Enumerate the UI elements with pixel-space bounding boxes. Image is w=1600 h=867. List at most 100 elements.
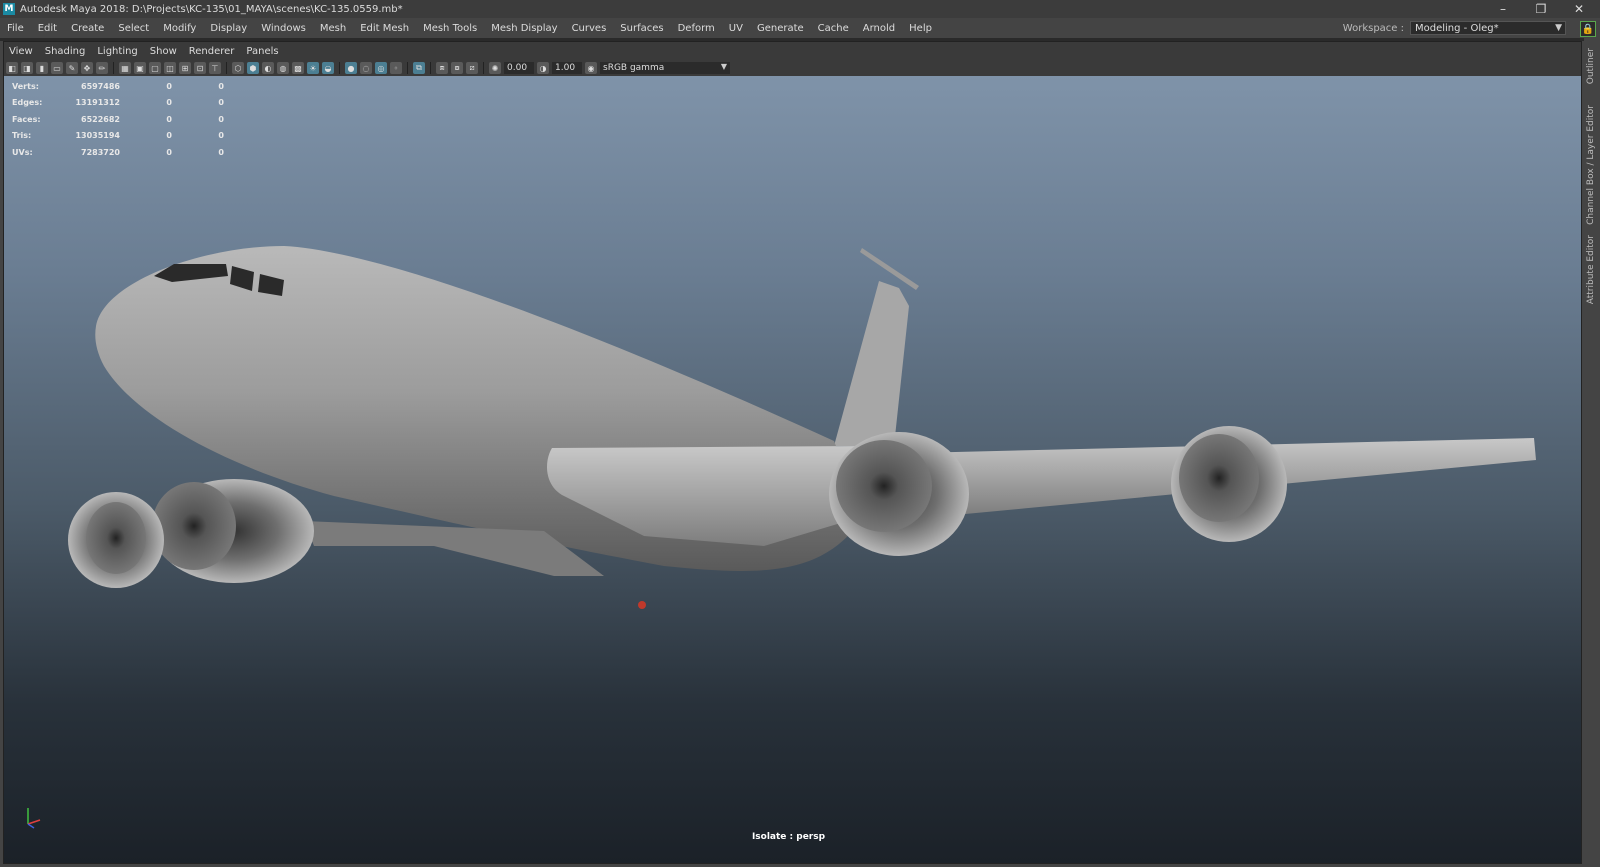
anti-aliasing-icon[interactable]: ◎	[375, 62, 387, 74]
grease-pencil-icon[interactable]: ✎	[66, 62, 78, 74]
wireframe-icon[interactable]: ⬡	[232, 62, 244, 74]
hud-label: Faces:	[12, 114, 41, 124]
panel-menu-renderer[interactable]: Renderer	[183, 46, 241, 57]
menu-file[interactable]: File	[0, 23, 31, 34]
field-chart-icon[interactable]: ⊞	[179, 62, 191, 74]
wireframe-on-shaded-icon[interactable]: ◍	[277, 62, 289, 74]
shadows-icon[interactable]: ◒	[322, 62, 334, 74]
panel-menu-show[interactable]: Show	[144, 46, 183, 57]
bookmark-icon[interactable]: ▮	[36, 62, 48, 74]
exposure-icon[interactable]: ✺	[489, 62, 501, 74]
textured-icon[interactable]: ▩	[292, 62, 304, 74]
grid-icon[interactable]: ▦	[119, 62, 131, 74]
menu-generate[interactable]: Generate	[750, 23, 811, 34]
toolbar-separator	[226, 62, 227, 74]
menu-help[interactable]: Help	[902, 23, 939, 34]
isolate-select-icon[interactable]: ⧉	[413, 62, 425, 74]
restore-button[interactable]: ❐	[1522, 0, 1560, 18]
engine-fan	[86, 502, 146, 574]
workspace-selector: Workspace : Modeling - Oleg* ▼	[1343, 21, 1566, 35]
menu-deform[interactable]: Deform	[671, 23, 722, 34]
hud-selected: 0	[166, 98, 172, 108]
toolbar-separator	[339, 62, 340, 74]
xray-active-icon[interactable]: ⧇	[451, 62, 463, 74]
motion-blur-icon[interactable]: ◌	[360, 62, 372, 74]
engine-fan	[1179, 434, 1259, 522]
hud-row-edges: Edges: 13191312 0 0	[12, 95, 224, 112]
xray-joints-icon[interactable]: ⧄	[466, 62, 478, 74]
toolbar-separator	[113, 62, 114, 74]
safe-action-icon[interactable]: ⊡	[194, 62, 206, 74]
hud-selected: 0	[166, 81, 172, 91]
pencil-icon[interactable]: ✏	[96, 62, 108, 74]
depth-of-field-icon[interactable]: ◦	[390, 62, 402, 74]
minimize-button[interactable]: –	[1484, 0, 1522, 18]
ambient-occlusion-icon[interactable]: ●	[345, 62, 357, 74]
lock-icon[interactable]: 🔒	[1580, 21, 1596, 37]
gamma-field[interactable]: 1.00	[552, 62, 582, 74]
menu-create[interactable]: Create	[64, 23, 111, 34]
tab-attribute-editor[interactable]: Attribute Editor	[1586, 235, 1596, 304]
menu-mesh-tools[interactable]: Mesh Tools	[416, 23, 484, 34]
panel-menu-panels[interactable]: Panels	[240, 46, 284, 57]
menu-select[interactable]: Select	[111, 23, 156, 34]
tail-antenna	[860, 248, 919, 290]
window-title: Autodesk Maya 2018: D:\Projects\KC-135\0…	[20, 3, 403, 15]
workspace-value: Modeling - Oleg*	[1415, 22, 1499, 34]
gamma-icon[interactable]: ◑	[537, 62, 549, 74]
use-all-lights-icon[interactable]: ☀	[307, 62, 319, 74]
aircraft-model	[27, 246, 1536, 829]
toolbar-separator	[483, 62, 484, 74]
engine-fan	[836, 440, 932, 532]
panel-menu-shading[interactable]: Shading	[39, 46, 92, 57]
menu-modify[interactable]: Modify	[156, 23, 203, 34]
film-gate-icon[interactable]: ▣	[134, 62, 146, 74]
menu-uv[interactable]: UV	[722, 23, 750, 34]
default-material-icon[interactable]: ◐	[262, 62, 274, 74]
close-button[interactable]: ✕	[1560, 0, 1598, 18]
hud-label: UVs:	[12, 147, 33, 157]
color-management-icon[interactable]: ◉	[585, 62, 597, 74]
hud-selected: 0	[166, 131, 172, 141]
menu-edit[interactable]: Edit	[31, 23, 64, 34]
panel-menu-lighting[interactable]: Lighting	[91, 46, 143, 57]
toolbar-separator	[407, 62, 408, 74]
hud-label: Verts:	[12, 81, 39, 91]
view-transform-dropdown[interactable]: sRGB gamma ▼	[600, 62, 730, 74]
hud-value: 13035194	[75, 131, 120, 141]
safe-title-icon[interactable]: ⊤	[209, 62, 221, 74]
view-transform-value: sRGB gamma	[603, 63, 665, 73]
resolution-gate-icon[interactable]: ▢	[149, 62, 161, 74]
tab-outliner[interactable]: Outliner	[1586, 48, 1596, 84]
maya-logo-icon: M	[3, 3, 15, 15]
axis-x	[27, 819, 41, 825]
3d-viewport[interactable]	[4, 76, 1581, 863]
hud-label: Edges:	[12, 98, 43, 108]
menu-arnold[interactable]: Arnold	[856, 23, 902, 34]
menu-edit-mesh[interactable]: Edit Mesh	[353, 23, 416, 34]
hud-selected: 0	[166, 114, 172, 124]
gate-mask-icon[interactable]: ◫	[164, 62, 176, 74]
title-bar: M Autodesk Maya 2018: D:\Projects\KC-135…	[0, 0, 1600, 18]
exposure-field[interactable]: 0.00	[504, 62, 534, 74]
image-plane-icon[interactable]: ▭	[51, 62, 63, 74]
camera-attributes-icon[interactable]: ◨	[21, 62, 33, 74]
menu-mesh[interactable]: Mesh	[313, 23, 353, 34]
xray-icon[interactable]: ⧈	[436, 62, 448, 74]
2d-pan-zoom-icon[interactable]: ✥	[81, 62, 93, 74]
menu-curves[interactable]: Curves	[565, 23, 614, 34]
menu-cache[interactable]: Cache	[811, 23, 856, 34]
menu-windows[interactable]: Windows	[254, 23, 313, 34]
pivot-marker	[638, 601, 646, 609]
viewport-status-label: Isolate : persp	[751, 832, 826, 842]
camera-icon[interactable]: ◧	[6, 62, 18, 74]
hud-selected-uv: 0	[218, 147, 224, 157]
workspace-dropdown[interactable]: Modeling - Oleg* ▼	[1410, 21, 1566, 35]
smooth-shade-icon[interactable]: ⬢	[247, 62, 259, 74]
workspace-label: Workspace :	[1342, 22, 1404, 34]
panel-menu-view[interactable]: View	[3, 46, 39, 57]
tab-channel-box[interactable]: Channel Box / Layer Editor	[1586, 105, 1596, 225]
menu-display[interactable]: Display	[203, 23, 254, 34]
menu-mesh-display[interactable]: Mesh Display	[484, 23, 564, 34]
menu-surfaces[interactable]: Surfaces	[613, 23, 670, 34]
